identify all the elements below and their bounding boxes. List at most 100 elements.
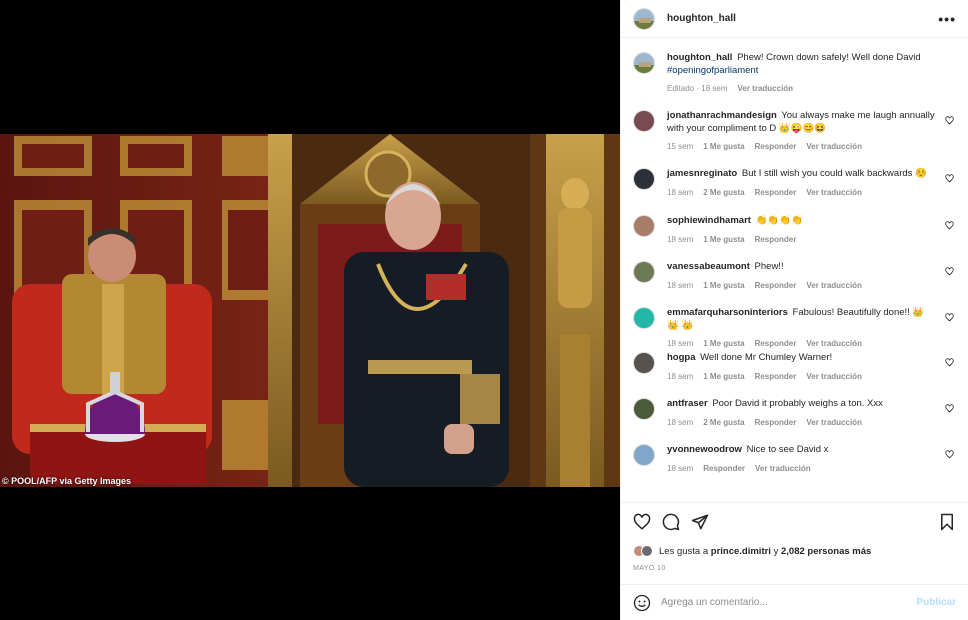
comment-meta: 18 sem Responder Ver traducción [667,463,936,476]
commenter-avatar[interactable] [633,110,655,132]
comment-likes-link[interactable]: 1 Me gusta [703,280,744,293]
heart-icon[interactable] [633,513,651,531]
post-photo[interactable]: © POOL/AFP via Getty Images [0,134,620,487]
author-username[interactable]: houghton_hall [667,13,736,24]
commenter-username[interactable]: emmafarquharsoninteriors [667,307,788,318]
likes-count-link[interactable]: 2,082 personas más [781,546,871,557]
comment-reply-button[interactable]: Responder [755,371,797,384]
publish-button[interactable]: Publicar [917,597,956,608]
comment-text: Phew!! [754,261,784,272]
comment-translate-link[interactable]: Ver traducción [806,338,862,351]
comment-reply-button[interactable]: Responder [755,187,797,200]
comment-like-heart-icon[interactable] [945,404,954,413]
comment-likes-link[interactable]: 1 Me gusta [703,141,744,154]
comment-reply-button[interactable]: Responder [755,417,797,430]
comment-likes-link[interactable]: 2 Me gusta [703,417,744,430]
caption-username[interactable]: houghton_hall [667,52,732,63]
liker-avatar[interactable] [641,545,653,557]
comment-composer: Publicar [621,584,968,620]
comment-translate-link[interactable]: Ver traducción [806,187,862,200]
caption-meta: Editado · 18 sem Ver traducción [667,83,936,96]
caption-hashtag-link[interactable]: #openingofparliament [667,65,758,76]
post-actions: Les gusta a prince.dimitri y 2,082 perso… [621,502,968,584]
comment-text: Well done Mr Chumley Warner! [700,352,833,363]
commenter-avatar[interactable] [633,352,655,374]
comment-translate-link[interactable]: Ver traducción [806,371,862,384]
comment-row: jonathanrachmandesign You always make me… [633,110,956,154]
caption-body: houghton_hall Phew! Crown down safely! W… [667,52,956,100]
post-media: © POOL/AFP via Getty Images [0,0,620,620]
comment-likes-link[interactable]: 2 Me gusta [703,187,744,200]
emoji-icon[interactable] [633,594,651,612]
comment-icon[interactable] [662,513,680,531]
post-side-panel: houghton_hall ••• houghton_hall Phew! Cr… [620,0,968,620]
comment-meta: 18 sem 1 Me gusta Responder Ver traducción [667,280,936,293]
comment-like-heart-icon[interactable] [945,450,954,459]
commenter-username[interactable]: antfraser [667,398,708,409]
comment-like-heart-icon[interactable] [945,267,954,276]
comment-reply-button[interactable]: Responder [755,234,797,247]
comment-meta: 18 sem 2 Me gusta Responder Ver traducción [667,417,936,430]
commenter-username[interactable]: jamesnreginato [667,168,737,179]
comment-meta: 18 sem 2 Me gusta Responder Ver traducción [667,187,936,200]
commenter-avatar[interactable] [633,398,655,420]
comment-body: hogpa Well done Mr Chumley Warner! 18 sem… [667,352,956,383]
commenter-username[interactable]: hogpa [667,352,696,363]
comment-translate-link[interactable]: Ver traducción [806,417,862,430]
caption-translate-link[interactable]: Ver traducción [737,83,793,96]
comment-likes-link[interactable]: 1 Me gusta [703,234,744,247]
comment-row: jamesnreginato But I still wish you coul… [633,168,956,199]
liker-username-link[interactable]: prince.dimitri [711,546,771,557]
more-options-icon[interactable]: ••• [938,12,956,26]
comment-meta: 18 sem 1 Me gusta Responder [667,234,936,247]
commenter-username[interactable]: yvonnewoodrow [667,444,742,455]
liker-avatars [633,545,653,557]
comment-translate-link[interactable]: Ver traducción [806,141,862,154]
post-header: houghton_hall ••• [621,0,968,38]
comment-body: jamesnreginato But I still wish you coul… [667,168,956,199]
share-icon[interactable] [691,513,709,531]
action-icon-bar [633,503,956,541]
commenter-username[interactable]: sophiewindhamart [667,215,751,226]
likes-summary: Les gusta a prince.dimitri y 2,082 perso… [633,541,956,561]
comment-reply-button[interactable]: Responder [755,141,797,154]
comment-like-heart-icon[interactable] [945,116,954,125]
commenter-username[interactable]: vanessabeaumont [667,261,750,272]
comment-likes-link[interactable]: 1 Me gusta [703,338,744,351]
comment-body: emmafarquharsoninteriors Fabulous! Beaut… [667,307,956,351]
author-avatar[interactable] [633,7,655,30]
commenter-avatar[interactable] [633,215,655,237]
comment-input[interactable] [661,597,917,608]
comment-body: vanessabeaumont Phew!! 18 sem 1 Me gusta Re… [667,261,956,292]
comment-reply-button[interactable]: Responder [755,280,797,293]
commenter-avatar[interactable] [633,307,655,329]
comment-reply-button[interactable]: Responder [755,338,797,351]
comment-reply-button[interactable]: Responder [703,463,745,476]
comment-row: hogpa Well done Mr Chumley Warner! 18 sem… [633,352,956,383]
commenter-avatar[interactable] [633,168,655,190]
commenter-avatar[interactable] [633,444,655,466]
comment-likes-link[interactable]: 1 Me gusta [703,371,744,384]
comment-translate-link[interactable]: Ver traducción [755,463,811,476]
likes-joiner: y [773,545,779,557]
comment-row: sophiewindhamart 👏👏👏👏 18 sem 1 Me gusta Res… [633,215,956,246]
comment-age: 18 sem [667,463,694,473]
bookmark-icon[interactable] [938,513,956,531]
comment-text: Poor David it probably weighs a ton. Xxx [712,398,883,409]
commenter-username[interactable]: jonathanrachmandesign [667,110,777,121]
comment-age: 18 sem [667,187,694,197]
caption-author-avatar[interactable] [633,52,655,74]
comment-meta: 15 sem 1 Me gusta Responder Ver traducción [667,141,936,154]
comment-like-heart-icon[interactable] [945,358,954,367]
comment-row: emmafarquharsoninteriors Fabulous! Beaut… [633,307,956,351]
comment-row: antfraser Poor David it probably weighs … [633,398,956,429]
comment-like-heart-icon[interactable] [945,221,954,230]
comment-age: 18 sem [667,234,694,244]
photo-illustration [0,134,620,487]
commenter-avatar[interactable] [633,261,655,283]
comment-body: sophiewindhamart 👏👏👏👏 18 sem 1 Me gusta Res… [667,215,956,246]
comment-translate-link[interactable]: Ver traducción [806,280,862,293]
comment-like-heart-icon[interactable] [945,174,954,183]
comment-like-heart-icon[interactable] [945,313,954,322]
comments-list: houghton_hall Phew! Crown down safely! W… [621,39,968,502]
